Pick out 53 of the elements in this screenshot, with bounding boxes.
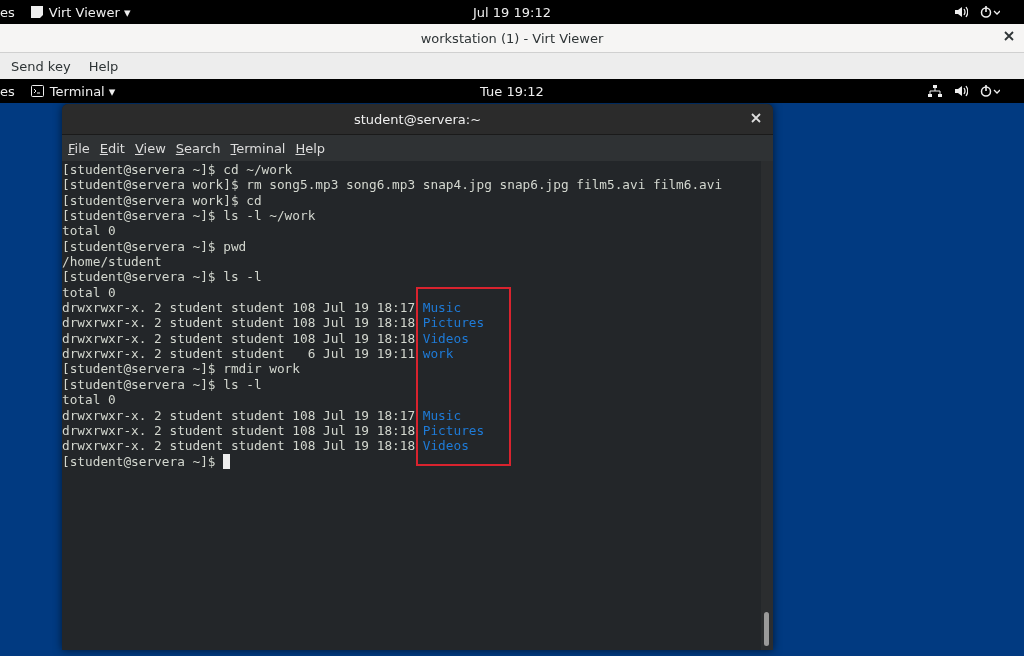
network-icon[interactable] (928, 85, 942, 97)
directory-name: Music (422, 300, 462, 316)
scrollbar-thumb[interactable] (764, 612, 769, 646)
menu-item[interactable]: Terminal (226, 138, 290, 158)
window-title: workstation (1) - Virt Viewer (420, 30, 604, 46)
terminal-line: drwxrwxr-x. 2 student student 108 Jul 19 18:17 (62, 300, 416, 316)
menu-item[interactable]: Edit (95, 138, 129, 158)
terminal-line: [student@servera ~]$ ls -l (62, 376, 262, 393)
terminal-line: [student@servera ~]$ ls -l ~/work (62, 208, 316, 224)
close-button[interactable] (749, 111, 763, 125)
terminal-line: [student@servera ~]$ pwd (62, 238, 247, 255)
directory-name: Videos (422, 438, 469, 454)
terminal-line: total 0 (62, 284, 116, 301)
directory-name: Pictures (422, 422, 485, 439)
terminal-icon (30, 85, 44, 97)
menu-item[interactable]: File (64, 138, 94, 158)
menu-item[interactable]: Help (81, 56, 126, 76)
window-icon (30, 6, 43, 18)
power-icon[interactable] (980, 85, 1000, 97)
terminal-line: [student@servera work]$ cd (62, 192, 262, 209)
directory-name: work (422, 346, 454, 362)
terminal-line: /home/student (62, 254, 162, 270)
app-menu[interactable]: Virt Viewer ▾ (30, 4, 131, 20)
clock[interactable]: Jul 19 19:12 (473, 4, 551, 20)
terminal-line: [student@servera ~]$ cd ~/work (62, 162, 293, 178)
power-icon[interactable] (980, 6, 1000, 18)
volume-icon[interactable] (954, 6, 968, 18)
terminal-line: total 0 (62, 223, 116, 239)
directory-name: Pictures (422, 315, 485, 331)
volume-icon[interactable] (954, 85, 968, 97)
window-title: student@servera:~ (353, 111, 482, 127)
directory-name: Videos (422, 330, 469, 347)
clock[interactable]: Tue 19:12 (480, 83, 544, 99)
activities-label[interactable]: es (0, 4, 15, 20)
terminal-line: drwxrwxr-x. 2 student student 108 Jul 19 18:18 (62, 330, 416, 347)
app-menu[interactable]: Terminal ▾ (30, 83, 116, 99)
menu-item[interactable]: Send key (4, 56, 78, 76)
directory-name: Music (422, 407, 462, 423)
close-button[interactable] (1002, 29, 1016, 43)
menu-item[interactable]: View (130, 138, 170, 158)
terminal-line: [student@servera ~]$ (62, 453, 216, 469)
menu-item[interactable]: Search (171, 138, 225, 158)
menu-item[interactable]: Help (291, 138, 330, 158)
terminal-line: drwxrwxr-x. 2 student student 108 Jul 19 18:18 (62, 438, 416, 454)
terminal-line: drwxrwxr-x. 2 student student 108 Jul 19 18:18 (62, 422, 416, 439)
terminal-line: drwxrwxr-x. 2 student student 108 Jul 19 18:17 (62, 407, 416, 423)
terminal-line: [student@servera work]$ rm song5.mp3 song6.mp3 snap4.jpg snap6.jpg film5.avi film6.avi (62, 177, 723, 193)
terminal-line: total 0 (62, 392, 116, 408)
terminal-line: drwxrwxr-x. 2 student student 108 Jul 19 18:18 (62, 315, 416, 331)
terminal-line: [student@servera ~]$ ls -l (62, 269, 262, 285)
terminal-line: drwxrwxr-x. 2 student student 6 Jul 19 19:11 (62, 346, 416, 362)
terminal-line: [student@servera ~]$ rmdir work (62, 361, 300, 377)
activities-label[interactable]: es (0, 83, 15, 99)
